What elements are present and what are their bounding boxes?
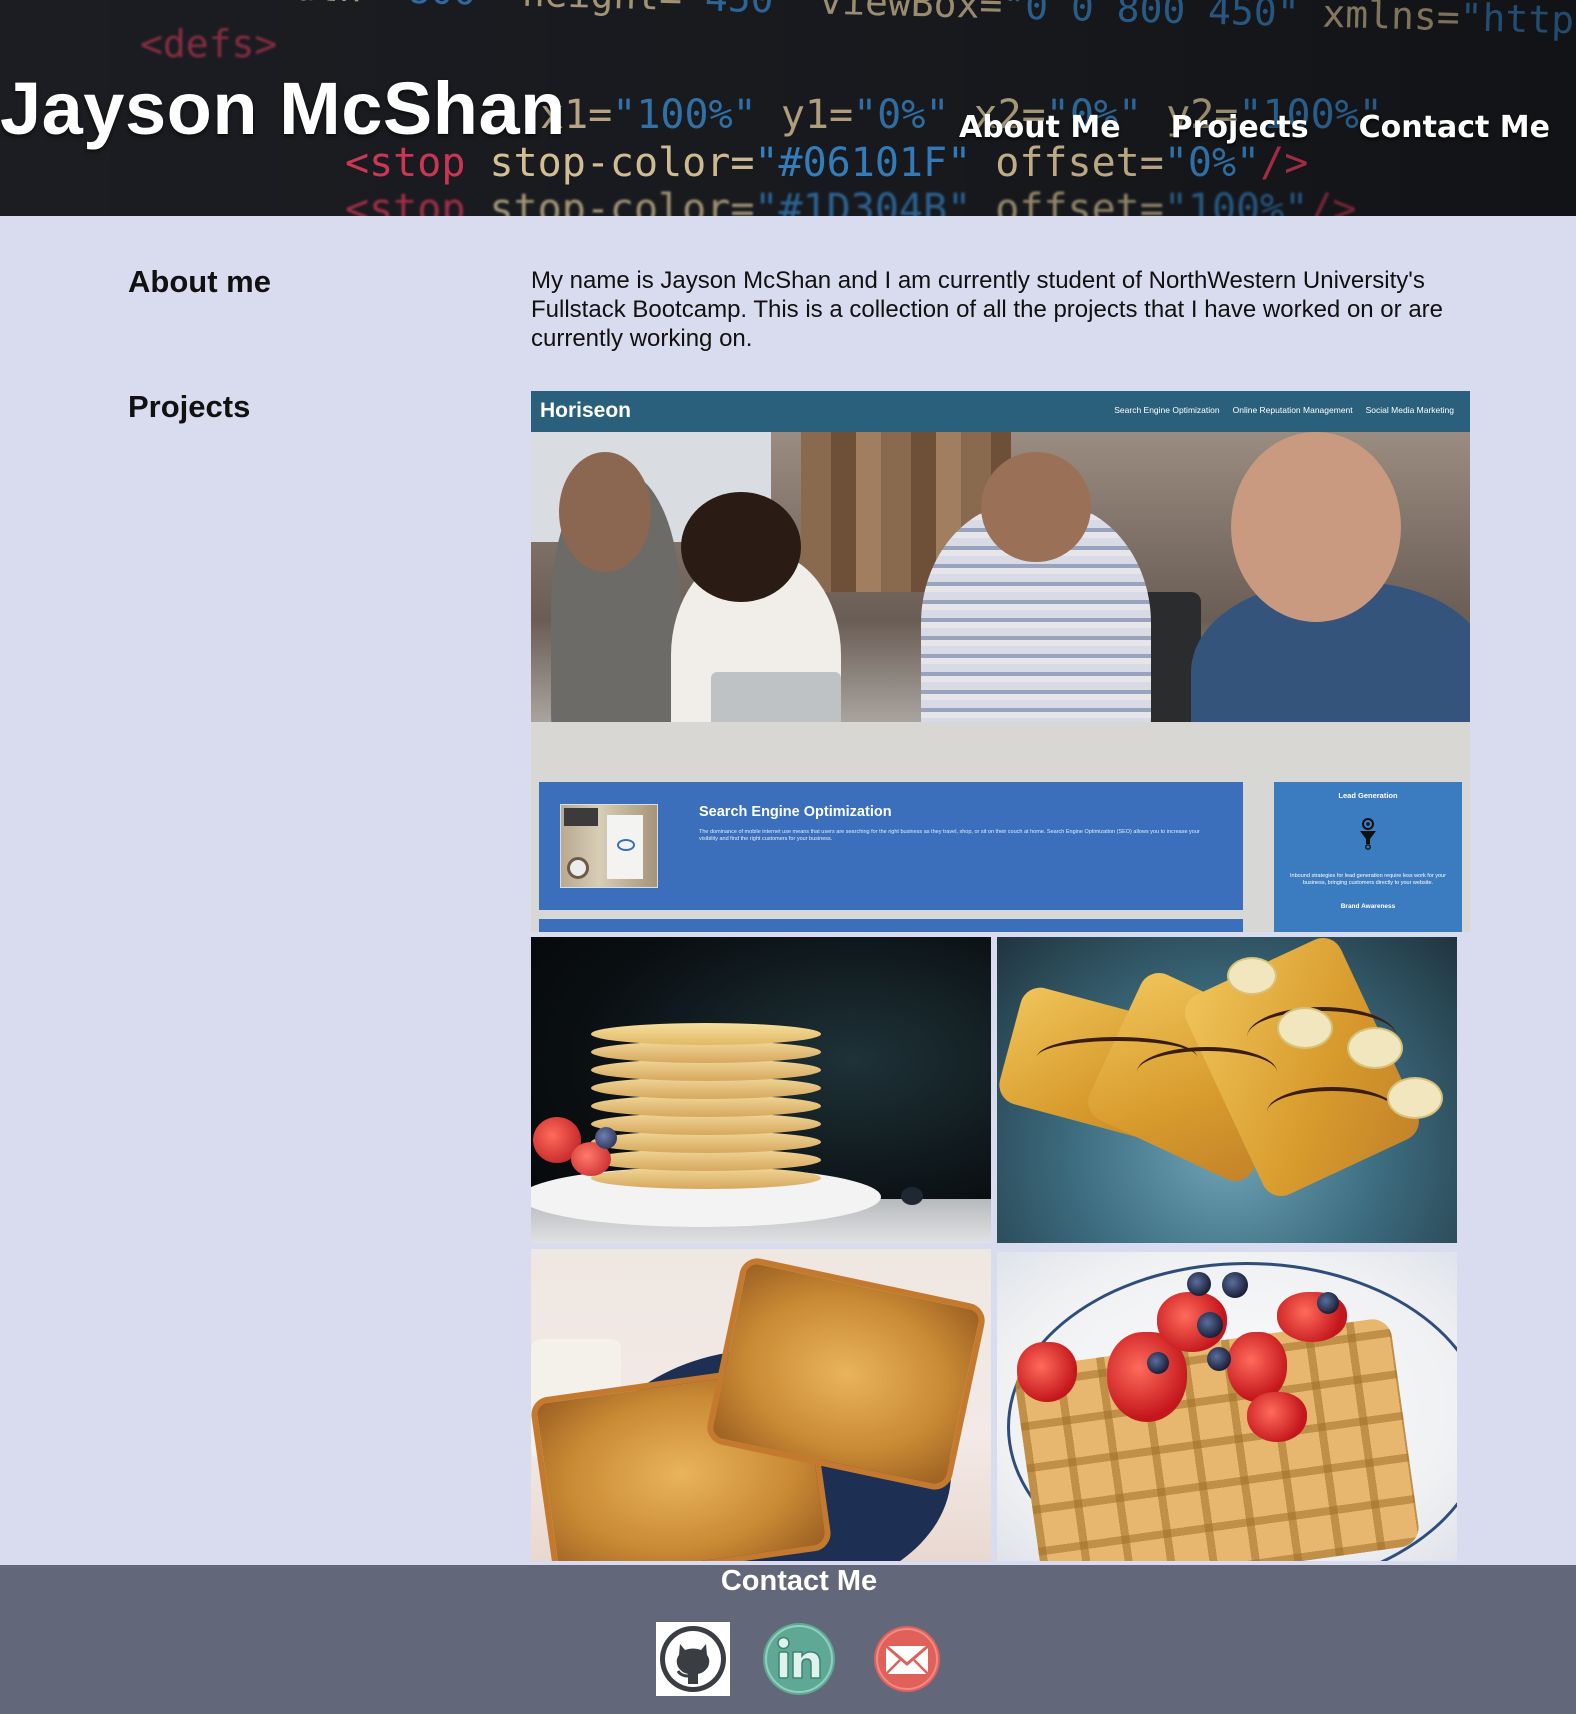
project-horiseon[interactable]: Horiseon Search Engine Optimization Onli… (531, 391, 1470, 932)
seo-title: Search Engine Optimization (699, 804, 892, 820)
project-pancakes-image[interactable] (531, 937, 991, 1243)
about-heading: About me (128, 264, 271, 299)
seo-description: The dominance of mobile internet use mea… (699, 829, 1200, 842)
site-title: Jayson McShan (0, 67, 566, 150)
projects-heading: Projects (128, 389, 251, 424)
about-text: My name is Jayson McShan and I am curren… (531, 267, 1443, 352)
horiseon-link: Online Reputation Management (1232, 405, 1353, 415)
mail-icon (874, 1626, 940, 1692)
horiseon-next-card (539, 919, 1243, 932)
project-toast-image[interactable] (531, 1249, 991, 1561)
github-link[interactable] (656, 1622, 730, 1696)
footer-title: Contact Me (720, 1565, 878, 1597)
nav-contact-me[interactable]: Contact Me (1359, 110, 1550, 145)
horiseon-links: Search Engine Optimization Online Reputa… (1114, 405, 1454, 415)
horiseon-navbar: Horiseon Search Engine Optimization Onli… (531, 391, 1470, 432)
project-waffle-image[interactable] (997, 1252, 1457, 1561)
seo-image (560, 804, 658, 888)
horiseon-link: Search Engine Optimization (1114, 405, 1220, 415)
linkedin-icon (763, 1623, 835, 1695)
project-crepes-image[interactable] (997, 937, 1457, 1243)
email-link[interactable] (870, 1622, 944, 1696)
funnel-icon (1360, 818, 1376, 850)
main-nav: About Me Projects Contact Me (959, 110, 1550, 145)
site-header: <rect width="800" height="450" viewBox="… (0, 0, 1576, 216)
horiseon-hero-image (531, 432, 1470, 773)
horiseon-lead-card: Lead Generation Inbound strategies for l… (1274, 782, 1462, 932)
horiseon-logo: Horiseon (540, 399, 632, 422)
lead-description: Inbound strategies for lead generation r… (1290, 873, 1446, 886)
horiseon-link: Social Media Marketing (1365, 405, 1454, 415)
nav-projects[interactable]: Projects (1171, 110, 1309, 145)
horiseon-seo-card: Search Engine Optimization The dominance… (539, 782, 1243, 910)
lead-subheading: Brand Awareness (1340, 903, 1396, 910)
lead-title: Lead Generation (1338, 791, 1398, 800)
nav-about-me[interactable]: About Me (959, 110, 1121, 145)
linkedin-link[interactable] (762, 1622, 836, 1696)
site-footer: Contact Me (0, 1565, 1576, 1714)
github-icon (660, 1626, 726, 1692)
